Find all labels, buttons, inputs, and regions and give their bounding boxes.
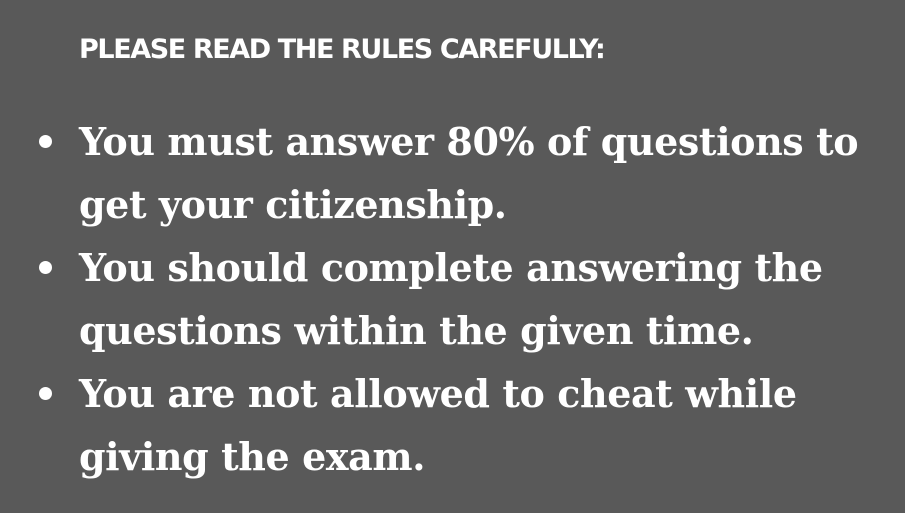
- rules-heading: PLEASE READ THE RULES CAREFULLY:: [79, 34, 606, 65]
- rule-item: You are not allowed to cheat while givin…: [0, 362, 905, 488]
- rules-list: You must answer 80% of questions to get …: [0, 110, 905, 488]
- rule-item: You must answer 80% of questions to get …: [0, 110, 905, 236]
- bullet-icon: [39, 261, 52, 274]
- bullet-icon: [39, 135, 52, 148]
- rule-item: You should complete answering the questi…: [0, 236, 905, 362]
- rules-panel: PLEASE READ THE RULES CAREFULLY: You mus…: [0, 0, 905, 513]
- bullet-icon: [39, 387, 52, 400]
- rule-text: You are not allowed to cheat while givin…: [79, 371, 797, 479]
- rule-text: You should complete answering the questi…: [79, 245, 823, 353]
- rule-text: You must answer 80% of questions to get …: [79, 119, 859, 227]
